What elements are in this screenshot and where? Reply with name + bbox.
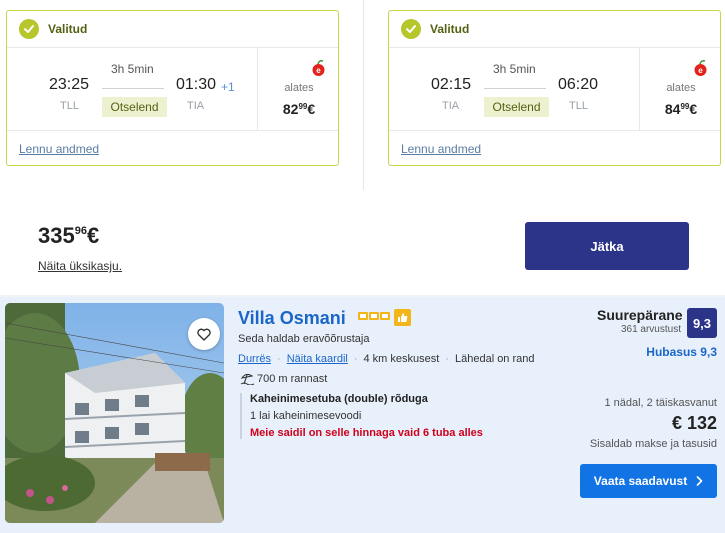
departure-time: 02:15 bbox=[431, 76, 472, 93]
flight-price: 8499€ bbox=[664, 101, 698, 117]
duration-line bbox=[484, 88, 546, 89]
flight-card-body: 3h 5min 23:25 TLL Otselend 01:30 +1 TIA … bbox=[7, 48, 338, 131]
flight-price-box: e alates 8299€ bbox=[259, 48, 339, 131]
arrival-time: 06:20 bbox=[558, 76, 599, 93]
hotel-card: Villa Osmani Seda haldab eravõõrustaja D… bbox=[0, 297, 725, 533]
separator-dot: · bbox=[353, 353, 358, 365]
selected-label: Valitud bbox=[430, 22, 470, 36]
inbound-flight-card[interactable]: Valitud 3h 5min 02:15 TIA Otselend 06:20… bbox=[388, 10, 721, 166]
check-icon bbox=[19, 19, 39, 39]
price-details-link[interactable]: Näita üksikasju. bbox=[38, 259, 122, 273]
flight-price: 8299€ bbox=[282, 101, 316, 117]
flight-times: 3h 5min 23:25 TLL Otselend 01:30 +1 TIA bbox=[7, 48, 258, 131]
svg-text:e: e bbox=[316, 66, 321, 75]
hotel-photo[interactable] bbox=[5, 303, 224, 523]
airline-logo-icon: e bbox=[694, 60, 707, 76]
bed-info: 1 lai kaheinimesevoodi bbox=[250, 410, 362, 422]
review-count[interactable]: 361 arvustust bbox=[606, 324, 681, 335]
star-icon bbox=[358, 312, 368, 320]
departure-airport: TLL bbox=[60, 100, 79, 112]
beach-umbrella-icon bbox=[240, 373, 255, 385]
flight-details-link[interactable]: Lennu andmed bbox=[401, 142, 481, 156]
departure-airport: TIA bbox=[442, 100, 460, 112]
airline-logo-icon: e bbox=[312, 60, 325, 76]
arrival-airport: TIA bbox=[187, 100, 205, 112]
continue-button[interactable]: Jätka bbox=[525, 222, 689, 270]
review-score: 9,3 bbox=[687, 308, 717, 338]
total-price: 33596€ bbox=[38, 223, 100, 248]
room-info: Kaheinimesetuba (double) rõduga 1 lai ka… bbox=[240, 393, 520, 439]
stay-info: 1 nädal, 2 täiskasvanut bbox=[604, 397, 717, 409]
host-info: Seda haldab eravõõrustaja bbox=[238, 333, 370, 345]
separator-dot: · bbox=[445, 353, 449, 365]
separator-dot: · bbox=[277, 353, 281, 365]
flight-card-footer: Lennu andmed bbox=[389, 131, 720, 166]
flight-times: 3h 5min 02:15 TIA Otselend 06:20 TLL bbox=[389, 48, 640, 131]
selected-label: Valitud bbox=[48, 22, 88, 36]
direct-flight-badge: Otselend bbox=[102, 97, 167, 117]
rating-label: Suurepärane bbox=[597, 307, 683, 323]
arrival-time: 01:30 bbox=[176, 76, 217, 93]
taxes-note: Sisaldab makse ja tasusid bbox=[589, 438, 717, 450]
favorite-button[interactable] bbox=[188, 318, 220, 350]
comfort-score: Hubasus 9,3 bbox=[646, 345, 717, 359]
heart-icon bbox=[197, 328, 211, 341]
location-link[interactable]: Durrës bbox=[238, 353, 271, 365]
show-on-map-link[interactable]: Näita kaardil bbox=[287, 353, 348, 365]
flight-card-header: Valitud bbox=[389, 11, 720, 48]
arrival-airport: TLL bbox=[569, 100, 588, 112]
price-summary: 33596€ Näita üksikasju. Jätka bbox=[0, 190, 725, 295]
price-prefix: alates bbox=[284, 82, 314, 94]
direct-flight-badge: Otselend bbox=[484, 97, 549, 117]
star-icon bbox=[369, 312, 379, 320]
beach-distance-row: 700 m rannast bbox=[240, 372, 327, 385]
flight-duration: 3h 5min bbox=[493, 62, 536, 76]
chevron-right-icon bbox=[696, 476, 703, 486]
beach-nearby: Lähedal on rand bbox=[454, 353, 535, 365]
flight-card-body: 3h 5min 02:15 TIA Otselend 06:20 TLL e a… bbox=[389, 48, 720, 131]
flight-price-box: e alates 8499€ bbox=[641, 48, 721, 131]
hotel-name[interactable]: Villa Osmani bbox=[238, 308, 346, 329]
star-rating bbox=[358, 312, 390, 320]
flights-divider bbox=[363, 0, 364, 190]
beach-distance: 700 m rannast bbox=[257, 372, 328, 385]
flight-card-footer: Lennu andmed bbox=[7, 131, 338, 166]
see-availability-label: Vaata saadavust bbox=[593, 474, 688, 488]
day-offset: +1 bbox=[221, 80, 235, 94]
star-icon bbox=[380, 312, 390, 320]
location-row: Durrës · Näita kaardil · 4 km keskusest … bbox=[238, 353, 535, 365]
flight-duration: 3h 5min bbox=[111, 62, 154, 76]
outbound-flight-card[interactable]: Valitud 3h 5min 23:25 TLL Otselend 01:30… bbox=[6, 10, 339, 166]
svg-text:e: e bbox=[698, 66, 703, 75]
see-availability-button[interactable]: Vaata saadavust bbox=[580, 464, 717, 498]
price-prefix: alates bbox=[666, 82, 696, 94]
duration-line bbox=[102, 88, 164, 89]
thumbs-up-icon bbox=[394, 309, 411, 326]
flight-card-header: Valitud bbox=[7, 11, 338, 48]
check-icon bbox=[401, 19, 421, 39]
availability-warning: Meie saidil on selle hinnaga vaid 6 tuba… bbox=[250, 427, 483, 439]
flight-details-link[interactable]: Lennu andmed bbox=[19, 142, 99, 156]
room-type: Kaheinimesetuba (double) rõduga bbox=[250, 393, 428, 405]
hotel-price: € 132 bbox=[671, 413, 717, 433]
departure-time: 23:25 bbox=[49, 76, 90, 93]
center-distance: 4 km keskusest bbox=[363, 353, 440, 365]
